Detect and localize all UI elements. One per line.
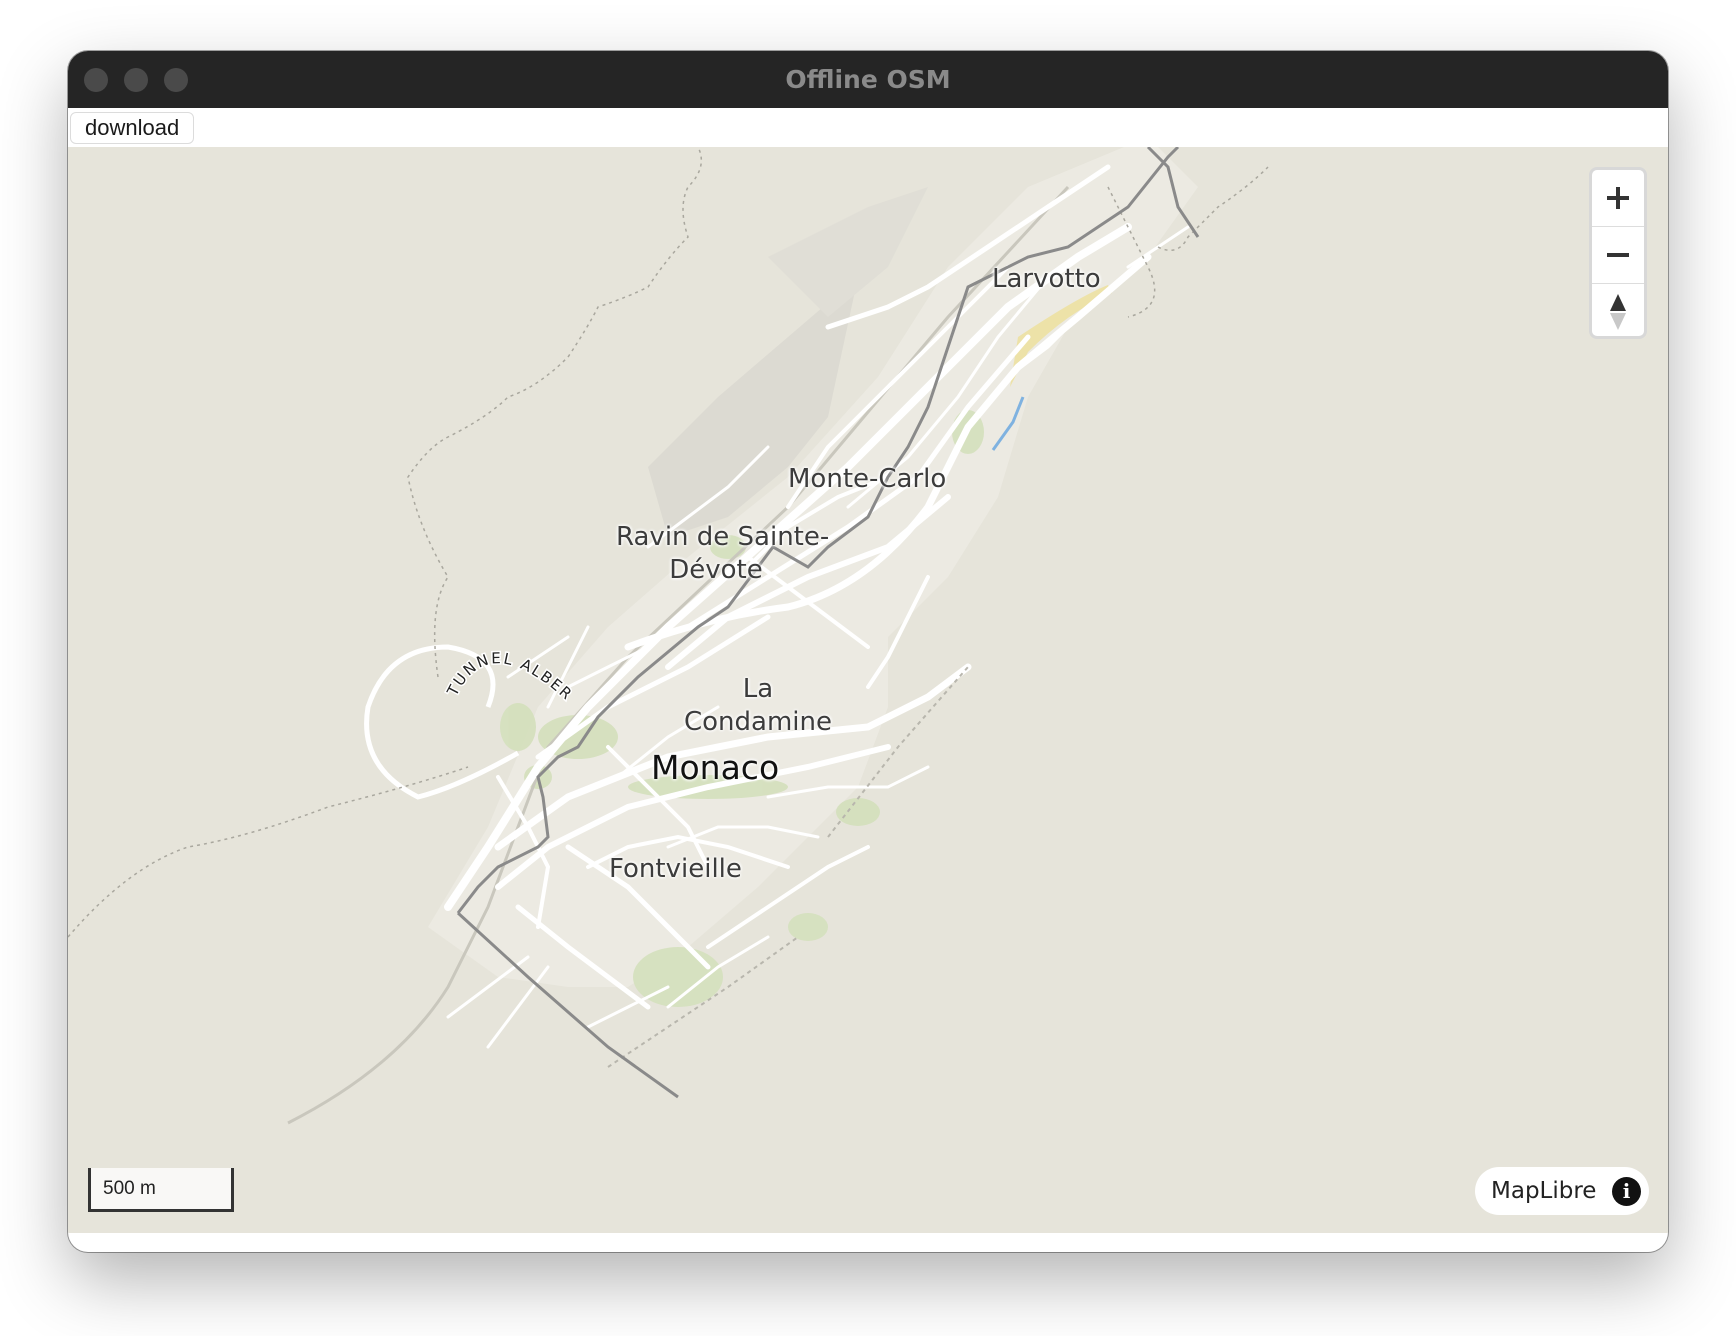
plus-icon (1607, 187, 1629, 209)
tunnel-label-text: TUNNEL ALBERT II (368, 607, 575, 705)
zoom-out-button[interactable] (1592, 227, 1644, 284)
window-title: Offline OSM (785, 65, 951, 94)
place-label-la-condamine: La Condamine (678, 673, 838, 739)
navigation-control (1589, 167, 1647, 339)
place-label-larvotto: Larvotto (992, 264, 1101, 294)
place-label-line: Ravin de Sainte- (616, 522, 830, 552)
place-label-line: Condamine (683, 707, 832, 737)
tunnel-label: TUNNEL ALBERT II (368, 607, 576, 704)
place-label-monte-carlo: Monte-Carlo (788, 464, 947, 494)
scale-bar: 500 m (88, 1168, 234, 1212)
compass-icon (1610, 294, 1626, 330)
place-label-monaco: Monaco (651, 748, 780, 787)
reset-bearing-button[interactable] (1592, 284, 1644, 340)
tunnel-label-layer: TUNNEL ALBERT II (368, 607, 576, 705)
place-label-line: Dévote (669, 555, 763, 585)
minus-icon (1607, 253, 1629, 257)
place-label-line: La (742, 674, 774, 704)
attribution-text[interactable]: MapLibre (1491, 1178, 1596, 1204)
place-label-fontvieille: Fontvieille (609, 854, 742, 884)
attribution-control[interactable]: MapLibre i (1475, 1167, 1649, 1215)
map-base-layer (68, 147, 1269, 1125)
toolbar: download (68, 108, 1668, 147)
info-icon[interactable]: i (1612, 1177, 1641, 1206)
map-view[interactable]: Larvotto Monte-Carlo Ravin de Sainte- Dé… (68, 147, 1668, 1233)
app-window: Offline OSM download Larvotto Monte-Carl… (68, 51, 1668, 1252)
download-button[interactable]: download (70, 112, 195, 144)
zoom-in-button[interactable] (1592, 170, 1644, 227)
title-bar: Offline OSM (68, 51, 1668, 108)
place-label-ravin-de-sainte-devote: Ravin de Sainte- Dévote (616, 521, 830, 587)
